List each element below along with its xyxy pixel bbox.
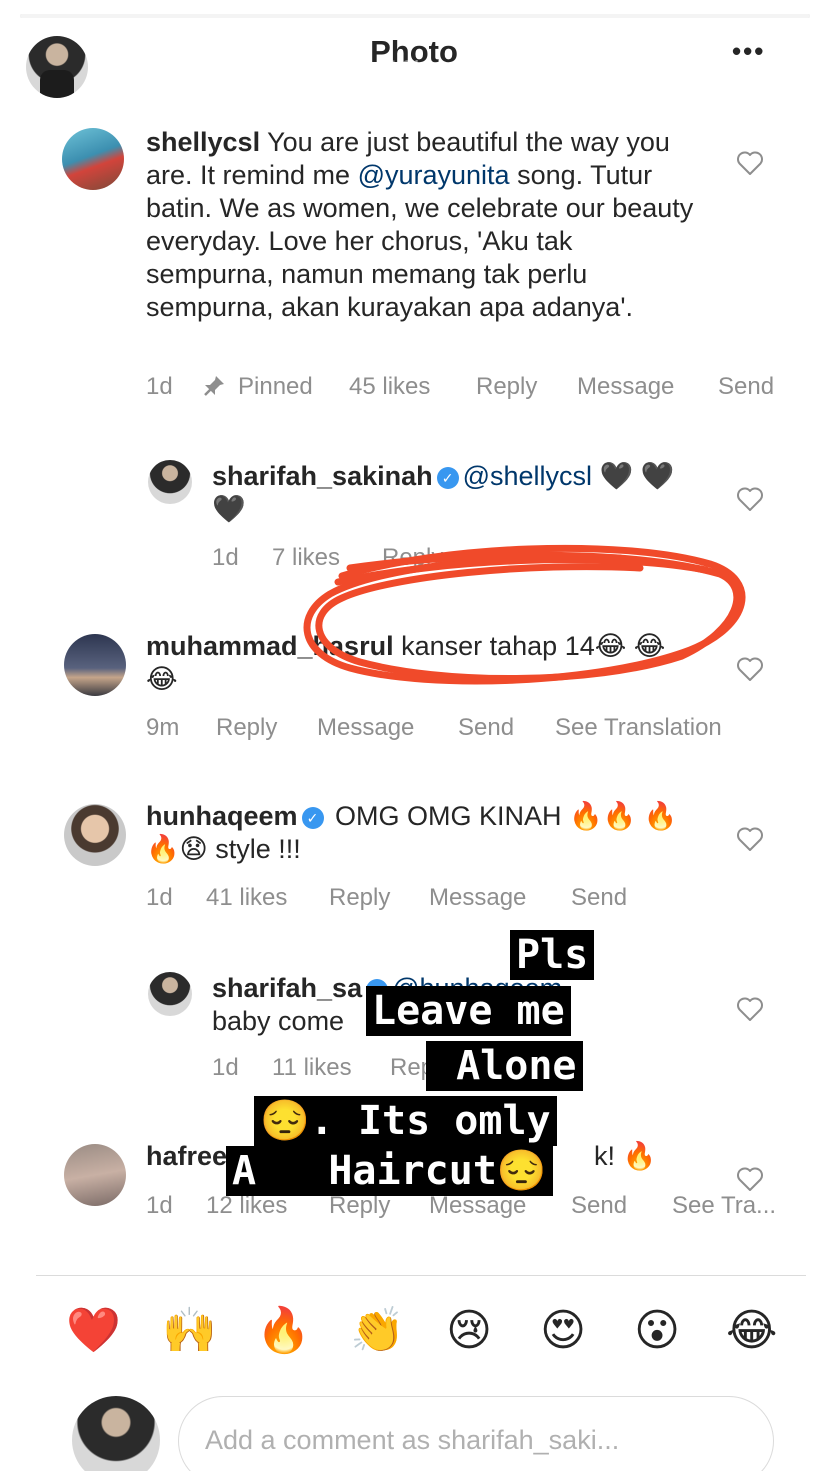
send-button[interactable]: Send [718, 373, 774, 401]
verified-icon: ✓ [301, 807, 324, 829]
comment-username[interactable]: hunhaqeem [146, 801, 298, 831]
likes-count[interactable]: 41 likes [206, 884, 287, 912]
reply-button[interactable]: Reply [216, 714, 277, 742]
crying-emoji-icon[interactable]: 😢 [444, 1306, 494, 1356]
story-more-icon[interactable]: ••• [690, 52, 723, 83]
message-button[interactable]: Message [429, 884, 526, 912]
avatar[interactable] [64, 634, 126, 696]
avatar[interactable] [64, 1144, 126, 1206]
message-button[interactable]: Message [429, 1192, 526, 1220]
see-translation-button[interactable]: See Tra... [672, 1192, 776, 1220]
header-more-icon[interactable]: ••• [732, 36, 765, 67]
story-text-line: Pls [510, 930, 595, 980]
divider [36, 1275, 806, 1276]
story-progress-bar [20, 14, 810, 18]
comment-time: 1d [146, 1192, 173, 1219]
avatar[interactable] [62, 128, 124, 190]
comment-text: sharifah_sakinah ✓ @shellycsl 🖤 🖤🖤 [212, 461, 675, 524]
story-verified-icon [346, 58, 368, 80]
likes-count[interactable]: 45 likes [349, 373, 430, 401]
comment-time: 1d [146, 884, 173, 911]
comment-username[interactable]: hafree [146, 1141, 227, 1171]
mention-link[interactable]: @yurayunita [358, 160, 510, 190]
laughing-emoji-icon[interactable]: 😂 [726, 1306, 777, 1356]
surprised-emoji-icon[interactable]: 😮 [632, 1306, 682, 1356]
comment-time: 1d [146, 373, 173, 400]
send-button[interactable]: Send [458, 714, 514, 742]
pinned-label: Pinned [238, 373, 313, 400]
story-time: 16h [386, 56, 428, 84]
story-username[interactable]: sharifah_sakinah [112, 56, 316, 85]
reply-button[interactable]: Reply [329, 1192, 390, 1220]
heart-emoji-icon[interactable]: ❤️ [66, 1306, 121, 1356]
close-icon[interactable] [762, 44, 814, 96]
like-heart-icon[interactable] [736, 996, 764, 1022]
verified-icon: ✓ [436, 467, 459, 489]
likes-count[interactable]: 12 likes [206, 1192, 287, 1220]
comment-username[interactable]: sharifah_sa [212, 973, 362, 1003]
comment-text: shellycsl You are just beautiful the way… [146, 127, 694, 322]
story-progress-fill [20, 14, 810, 18]
story-avatar[interactable] [26, 36, 88, 98]
comment-input-placeholder: Add a comment as sharifah_saki... [205, 1425, 620, 1455]
clapping-emoji-icon[interactable]: 👏 [350, 1306, 405, 1356]
like-heart-icon[interactable] [736, 1166, 764, 1192]
comment-time: 9m [146, 714, 180, 741]
like-heart-icon[interactable] [736, 486, 764, 512]
see-translation-button[interactable]: See Translation [555, 714, 722, 742]
story-text-line: Alone [426, 1041, 583, 1091]
story-text-line: Leave me [366, 986, 571, 1036]
reply-button[interactable]: Reply [329, 884, 390, 912]
pin-icon [202, 373, 226, 401]
send-button[interactable]: Send [571, 884, 627, 912]
send-button[interactable]: Send [571, 1192, 627, 1220]
reply-button[interactable]: Reply [476, 373, 537, 401]
message-button[interactable]: Message [577, 373, 674, 401]
message-button[interactable]: Message [317, 714, 414, 742]
mention-link[interactable]: @shellycsl [463, 461, 592, 491]
story-text-line: 😔. Its omly [254, 1096, 557, 1146]
avatar[interactable] [148, 460, 192, 504]
fire-emoji-icon[interactable]: 🔥 [256, 1306, 311, 1356]
comment-time: 1d [212, 1054, 239, 1081]
avatar[interactable] [148, 972, 192, 1016]
comment-username[interactable]: sharifah_sakinah [212, 461, 433, 491]
likes-count[interactable]: 11 likes [272, 1054, 352, 1082]
composer-avatar [72, 1396, 160, 1471]
red-circle-annotation [303, 544, 746, 685]
heart-eyes-emoji-icon[interactable]: 😍 [538, 1306, 588, 1356]
comment-time: 1d [212, 544, 239, 571]
comment-username[interactable]: shellycsl [146, 127, 260, 157]
avatar[interactable] [64, 804, 126, 866]
like-heart-icon[interactable] [736, 150, 764, 176]
comment-input[interactable]: Add a comment as sharifah_saki... [178, 1396, 774, 1471]
comment-text: hunhaqeem ✓ OMG OMG KINAH 🔥🔥 🔥🔥😧 style !!… [146, 801, 678, 864]
like-heart-icon[interactable] [736, 826, 764, 852]
raising-hands-emoji-icon[interactable]: 🙌 [162, 1306, 217, 1356]
story-text-line: A Haircut😔 [226, 1146, 553, 1196]
